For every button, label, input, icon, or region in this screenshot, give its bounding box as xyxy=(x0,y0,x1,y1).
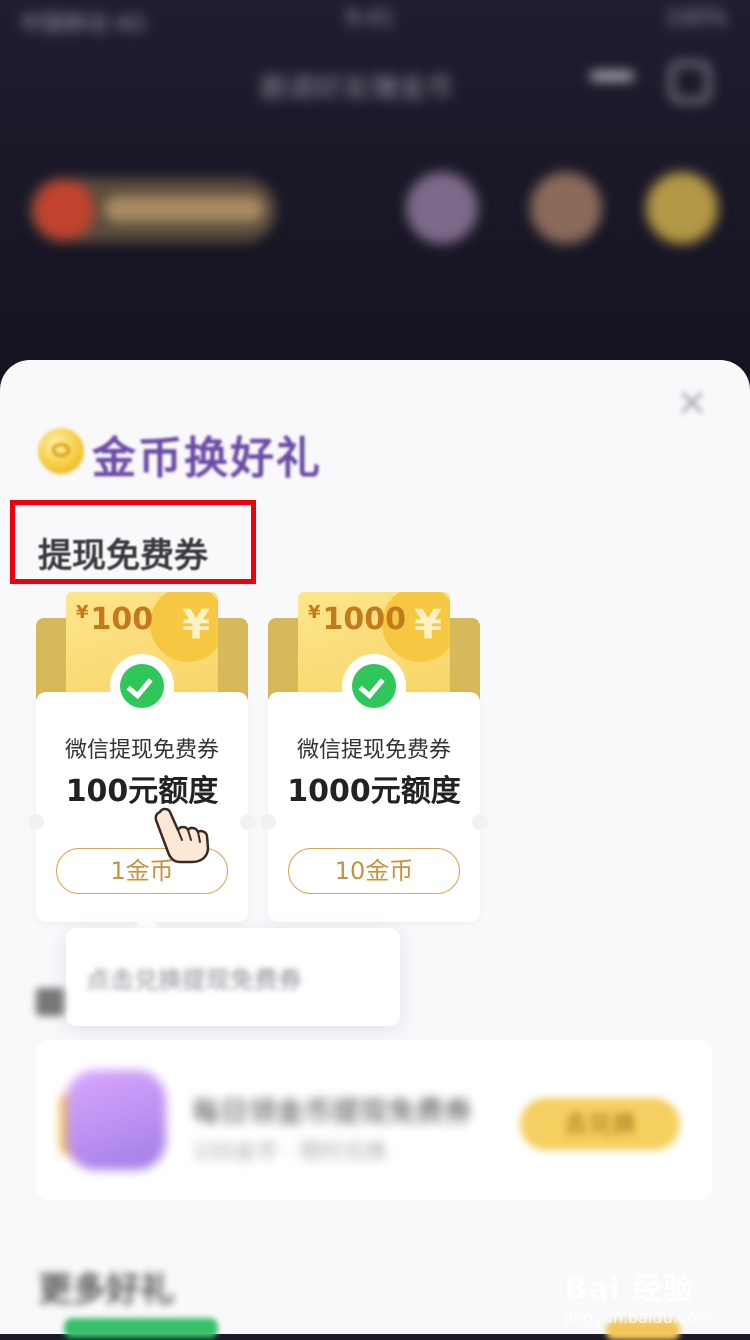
list-item-title: 每日领金币提现免费券 xyxy=(192,1095,473,1128)
background-user-pill xyxy=(30,178,276,242)
coupon-amount-value: 1000 xyxy=(322,602,407,637)
yen-icon: ¥ xyxy=(414,602,442,648)
list-item-button-label: 去兑换 xyxy=(564,1110,636,1138)
list-item-subtitle: 100金币 · 限时兑换 xyxy=(192,1140,387,1165)
coupon-card[interactable]: ¥ ¥1000 微信提现免费券 1000元额度 10金币 xyxy=(260,592,488,922)
clock-text: 9:41 xyxy=(345,6,395,31)
list-item-button[interactable]: 去兑换 xyxy=(520,1098,680,1150)
status-bar: 中国移动 4G 9:41 100% xyxy=(0,0,750,40)
user-name-placeholder xyxy=(104,196,264,222)
coupon-notch xyxy=(240,814,256,830)
green-tag xyxy=(64,1318,218,1338)
redeem-button[interactable]: 10金币 xyxy=(288,848,460,894)
coupon-card[interactable]: ¥ ¥100 微信提现免费券 100元额度 1金币 xyxy=(28,592,256,922)
section-icon xyxy=(36,988,64,1016)
background-header-icons xyxy=(590,62,710,102)
friend-avatar xyxy=(406,172,478,244)
coupon-notch xyxy=(260,814,276,830)
watermark-main: Bai 经验 xyxy=(564,1272,695,1307)
avatar xyxy=(34,180,94,240)
coupon-quota: 100元额度 xyxy=(65,774,219,809)
watermark-sub: jingyan.baidu.com xyxy=(564,1308,712,1327)
coupon-amount-value: 100 xyxy=(90,602,154,637)
coupon-notch xyxy=(28,814,44,830)
more-gifts-title: 更多好礼 xyxy=(38,1270,174,1310)
friend-avatar xyxy=(646,172,718,244)
coupon-quota: 1000元额度 xyxy=(287,774,461,809)
coupon-label: 微信提现免费券 xyxy=(296,738,451,763)
tooltip-text: 点击兑换提现免费券 xyxy=(86,966,302,994)
background-page: 中国移动 4G 9:41 100% 邀请好友赚金币 xyxy=(0,0,750,380)
coupon-label: 微信提现免费券 xyxy=(64,738,219,763)
coupon-amount: ¥1000 xyxy=(308,602,406,637)
coupon-amount: ¥100 xyxy=(76,602,153,637)
scan-icon xyxy=(670,62,710,102)
background-header-title: 邀请好友赚金币 xyxy=(258,71,455,104)
battery-text: 100% xyxy=(665,6,728,31)
coupon-notch xyxy=(472,814,488,830)
close-icon[interactable] xyxy=(678,388,706,416)
wechat-icon xyxy=(342,654,406,718)
more-icon xyxy=(590,72,634,80)
reward-icon xyxy=(66,1070,166,1170)
highlight-annotation xyxy=(10,500,256,584)
coin-icon xyxy=(38,428,84,474)
sheet-title: 金币换好礼 xyxy=(92,433,322,484)
currency-symbol: ¥ xyxy=(76,602,89,623)
currency-symbol: ¥ xyxy=(308,602,321,623)
wechat-icon xyxy=(110,654,174,718)
watermark: Bai 经验 jingyan.baidu.com xyxy=(564,1264,712,1327)
hand-pointer-icon xyxy=(154,807,210,864)
friend-avatar xyxy=(530,172,602,244)
yen-icon: ¥ xyxy=(182,602,210,648)
carrier-text: 中国移动 4G xyxy=(20,12,147,37)
